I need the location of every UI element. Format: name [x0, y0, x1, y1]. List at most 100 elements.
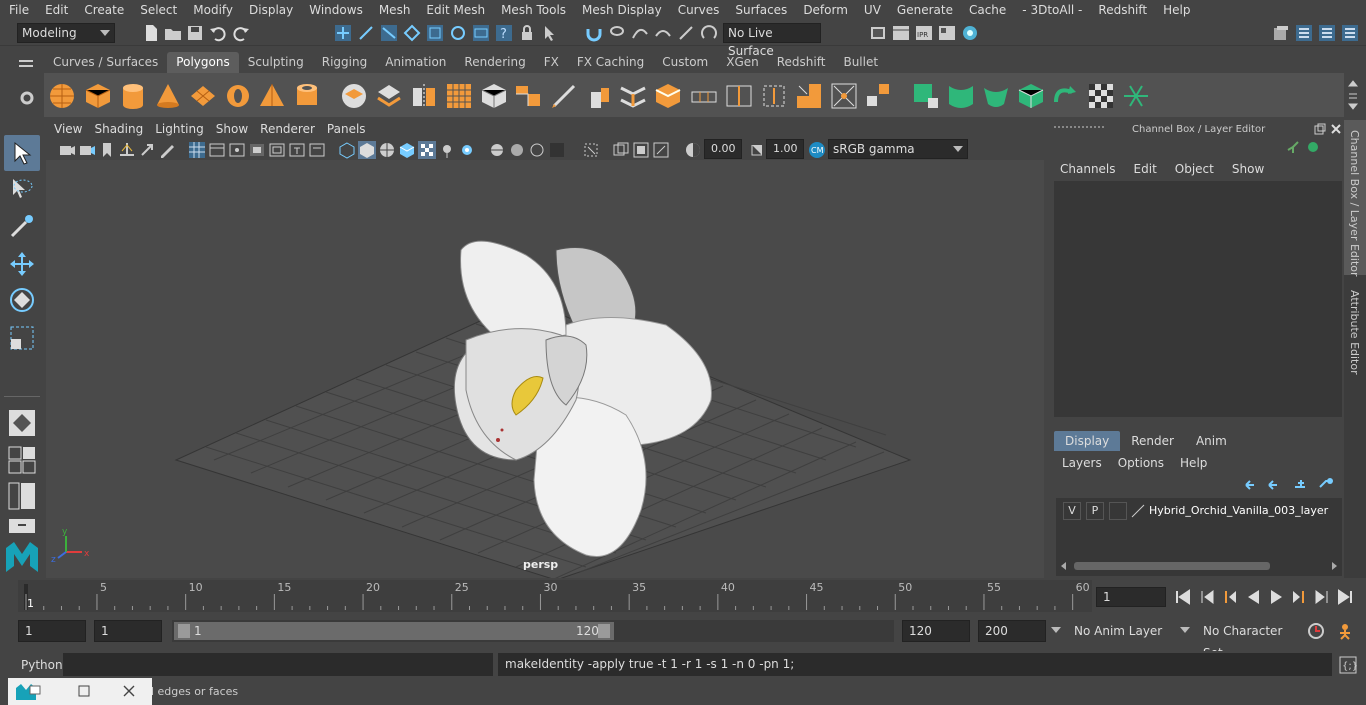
- snap-to-view-plane-icon[interactable]: [472, 24, 490, 42]
- layout-four-pane-icon[interactable]: [8, 446, 36, 474]
- tab-bullet[interactable]: Bullet: [834, 52, 887, 73]
- channel-box-toggle-icon[interactable]: [1341, 24, 1359, 42]
- merge-vertices-icon[interactable]: [830, 82, 858, 110]
- menu-redshift[interactable]: Redshift: [1089, 0, 1154, 20]
- axis-gizmo-icon[interactable]: [1286, 140, 1300, 154]
- viewport-menu-panels[interactable]: Panels: [319, 120, 366, 139]
- scroll-right-icon[interactable]: [1330, 561, 1338, 571]
- layer-tab-display[interactable]: Display: [1054, 431, 1121, 451]
- range-start-handle[interactable]: [178, 624, 190, 638]
- tab-rendering[interactable]: Rendering: [455, 52, 534, 73]
- animation-preferences-icon[interactable]: [1336, 622, 1354, 640]
- tab-animation[interactable]: Animation: [376, 52, 455, 73]
- tab-custom[interactable]: Custom: [653, 52, 717, 73]
- paint-select-tool-icon[interactable]: [8, 212, 36, 240]
- lasso-snap-icon[interactable]: [608, 24, 626, 42]
- layer-row[interactable]: V P Hybrid_Orchid_Vanilla_003_layer: [1059, 502, 1339, 520]
- exposure-icon[interactable]: [684, 141, 702, 159]
- channel-menu-show[interactable]: Show: [1232, 162, 1264, 176]
- layout-outliner-icon[interactable]: [8, 482, 36, 510]
- uv-editor-icon[interactable]: [912, 82, 940, 110]
- wireframe-shading-icon[interactable]: [338, 141, 356, 159]
- playback-start-field[interactable]: 1: [94, 620, 162, 642]
- shelf-settings-gear-icon[interactable]: [17, 88, 37, 108]
- menu-generate[interactable]: Generate: [888, 0, 960, 20]
- automatic-mapping-icon[interactable]: [1017, 82, 1045, 110]
- new-scene-icon[interactable]: [142, 24, 160, 42]
- menu-select[interactable]: Select: [131, 0, 184, 20]
- mirror-icon[interactable]: [410, 82, 438, 110]
- scroll-thumb[interactable]: [1074, 562, 1270, 570]
- snap-to-curve-icon[interactable]: [426, 24, 444, 42]
- layer-visibility-toggle[interactable]: V: [1063, 502, 1081, 520]
- menu-mesh[interactable]: Mesh: [370, 0, 418, 20]
- exposure-field[interactable]: 0.00: [704, 139, 742, 159]
- layer-tab-anim[interactable]: Anim: [1185, 431, 1238, 451]
- menu-modify[interactable]: Modify: [184, 0, 240, 20]
- auto-key-icon[interactable]: [1307, 622, 1325, 640]
- extrude-icon[interactable]: [585, 82, 613, 110]
- select-tool-button[interactable]: [4, 135, 40, 171]
- viewport-menu-lighting[interactable]: Lighting: [147, 120, 204, 139]
- channel-menu-object[interactable]: Object: [1175, 162, 1214, 176]
- command-input[interactable]: [63, 653, 493, 676]
- append-to-polygon-icon[interactable]: [690, 82, 718, 110]
- character-set-dropdown[interactable]: No Character Set: [1197, 620, 1301, 660]
- tab-curves-surfaces[interactable]: Curves / Surfaces: [44, 52, 167, 73]
- poly-torus-icon[interactable]: [224, 82, 252, 110]
- viewport-menu-shading[interactable]: Shading: [86, 120, 143, 139]
- bookmark-icon[interactable]: [98, 141, 116, 159]
- play-forwards-icon[interactable]: [1268, 589, 1286, 607]
- viewport-menu-view[interactable]: View: [46, 120, 82, 139]
- move-layer-up-icon[interactable]: [1244, 478, 1260, 492]
- new-layer-from-selected-icon[interactable]: [1318, 477, 1334, 491]
- combine-icon[interactable]: [340, 82, 368, 110]
- poly-cylinder-icon[interactable]: [119, 82, 147, 110]
- menu-mesh-display[interactable]: Mesh Display: [573, 0, 669, 20]
- viewport-menu-renderer[interactable]: Renderer: [252, 120, 315, 139]
- image-plane-icon[interactable]: [118, 141, 136, 159]
- multi-cut-icon[interactable]: [550, 82, 578, 110]
- tool-settings-toggle-icon[interactable]: [1318, 24, 1336, 42]
- xray-joints-icon[interactable]: [612, 141, 630, 159]
- menu-deform[interactable]: Deform: [794, 0, 855, 20]
- tab-sculpting[interactable]: Sculpting: [239, 52, 313, 73]
- channel-menu-edit[interactable]: Edit: [1134, 162, 1157, 176]
- panel-grip[interactable]: [1054, 126, 1104, 132]
- resolution-gate-icon[interactable]: [228, 141, 246, 159]
- gate-mask-icon[interactable]: [248, 141, 266, 159]
- range-slider-bar[interactable]: 1 120: [174, 622, 614, 640]
- bevel-icon[interactable]: [654, 82, 682, 110]
- field-chart-icon[interactable]: [268, 141, 286, 159]
- menu-create[interactable]: Create: [75, 0, 131, 20]
- collapse-icon[interactable]: [865, 82, 893, 110]
- playback-end-field[interactable]: 120: [902, 620, 970, 642]
- current-frame-field[interactable]: 1: [1096, 587, 1166, 607]
- manipulator-toggle-icon[interactable]: [1306, 140, 1320, 154]
- insert-edge-loop-icon[interactable]: [725, 82, 753, 110]
- undo-icon[interactable]: [209, 24, 227, 42]
- tab-fx[interactable]: FX: [535, 52, 568, 73]
- modeling-toolkit-icon[interactable]: [1272, 24, 1290, 42]
- open-scene-icon[interactable]: [164, 24, 182, 42]
- chevron-down-icon[interactable]: [1051, 627, 1061, 635]
- target-weld-icon[interactable]: [760, 82, 788, 110]
- poly-pipe-icon[interactable]: [293, 82, 321, 110]
- backface-culling-icon[interactable]: [652, 141, 670, 159]
- layout-graph-editor-icon[interactable]: [8, 518, 36, 534]
- uv-checker-icon[interactable]: [1087, 82, 1115, 110]
- poly-plane-icon[interactable]: [189, 82, 217, 110]
- channel-menu-channels[interactable]: Channels: [1060, 162, 1116, 176]
- cut-uv-edges-icon[interactable]: [1122, 82, 1150, 110]
- tab-xgen[interactable]: XGen: [717, 52, 768, 73]
- gamma-field[interactable]: 1.00: [766, 139, 804, 159]
- range-slider-track[interactable]: 1 120: [172, 620, 894, 642]
- cylindrical-mapping-icon[interactable]: [982, 82, 1010, 110]
- use-all-lights-icon[interactable]: [418, 141, 436, 159]
- camera-attributes-icon[interactable]: [78, 141, 96, 159]
- layer-playback-toggle[interactable]: P: [1086, 502, 1104, 520]
- step-forward-frame-icon[interactable]: [1314, 589, 1332, 607]
- step-back-frame-icon[interactable]: [1199, 589, 1217, 607]
- attribute-editor-toggle-icon[interactable]: [1295, 24, 1313, 42]
- render-frame-icon[interactable]: [892, 24, 910, 42]
